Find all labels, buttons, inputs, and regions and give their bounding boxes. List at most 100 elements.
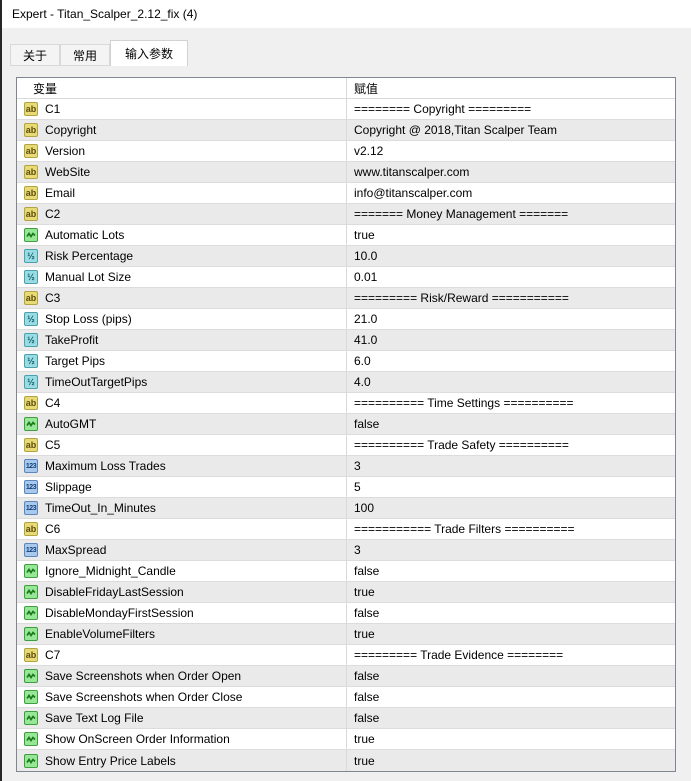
column-header-value[interactable]: 赋值 [347,78,675,98]
bool-param-icon [24,711,38,725]
tab-about[interactable]: 关于 [10,44,61,66]
param-value[interactable]: 5 [347,477,675,497]
param-value[interactable]: ========= Risk/Reward =========== [347,288,675,308]
param-value[interactable]: false [347,666,675,686]
param-name: Copyright [45,123,97,137]
double-param-icon: ½ [24,354,38,368]
table-row[interactable]: ab Copyright Copyright @ 2018,Titan Scalpe… [17,120,675,141]
table-row[interactable]: ½ Manual Lot Size 0.01 [17,267,675,288]
param-name: Slippage [45,480,92,494]
param-name-cell: AutoGMT [17,414,347,434]
table-row[interactable]: ab C1 ======== Copyright ========= [17,99,675,120]
param-name-cell: ab Version [17,141,347,161]
table-row[interactable]: Save Screenshots when Order Open false [17,666,675,687]
string-param-icon: ab [24,291,38,305]
int-param-icon: 123 [24,459,38,473]
param-name: DisableFridayLastSession [45,585,184,599]
param-value[interactable]: false [347,603,675,623]
param-value[interactable]: true [347,729,675,749]
param-value[interactable]: ========== Time Settings ========== [347,393,675,413]
param-name-cell: ab C4 [17,393,347,413]
table-row[interactable]: Show OnScreen Order Information true [17,729,675,750]
table-row[interactable]: 123 Maximum Loss Trades 3 [17,456,675,477]
param-name: TimeOutTargetPips [45,375,148,389]
table-row[interactable]: Save Text Log File false [17,708,675,729]
param-value[interactable]: true [347,225,675,245]
table-row[interactable]: ab WebSite www.titanscalper.com [17,162,675,183]
param-name-cell: ab C5 [17,435,347,455]
param-value[interactable]: false [347,414,675,434]
param-value[interactable]: v2.12 [347,141,675,161]
param-value[interactable]: 3 [347,456,675,476]
table-row[interactable]: ab C6 =========== Trade Filters ========== [17,519,675,540]
table-row[interactable]: ab Email info@titanscalper.com [17,183,675,204]
table-row[interactable]: Show Entry Price Labels true [17,750,675,771]
table-row[interactable]: ½ Risk Percentage 10.0 [17,246,675,267]
param-value[interactable]: 4.0 [347,372,675,392]
param-name: MaxSpread [45,543,107,557]
tab-inputs[interactable]: 输入参数 [110,40,189,66]
param-name: Save Screenshots when Order Close [45,690,243,704]
param-value[interactable]: ======== Copyright ========= [347,99,675,119]
param-name: Show Entry Price Labels [45,753,176,768]
param-value[interactable]: false [347,687,675,707]
param-name: C1 [45,102,61,116]
table-row[interactable]: Ignore_Midnight_Candle false [17,561,675,582]
param-name: C4 [45,396,61,410]
param-value[interactable]: ========== Trade Safety ========== [347,435,675,455]
param-value[interactable]: www.titanscalper.com [347,162,675,182]
table-row[interactable]: ab C2 ======= Money Management ======= [17,204,675,225]
param-value[interactable]: ========= Trade Evidence ======== [347,645,675,665]
table-row[interactable]: ab C7 ========= Trade Evidence ======== [17,645,675,666]
param-value[interactable]: false [347,561,675,581]
table-row[interactable]: DisableFridayLastSession true [17,582,675,603]
window-title: Expert - Titan_Scalper_2.12_fix (4) [12,7,198,21]
table-row[interactable]: Automatic Lots true [17,225,675,246]
table-row[interactable]: ½ Stop Loss (pips) 21.0 [17,309,675,330]
table-row[interactable]: DisableMondayFirstSession false [17,603,675,624]
table-row[interactable]: ½ Target Pips 6.0 [17,351,675,372]
param-value[interactable]: ======= Money Management ======= [347,204,675,224]
table-row[interactable]: ab C3 ========= Risk/Reward =========== [17,288,675,309]
param-value[interactable]: 21.0 [347,309,675,329]
param-value[interactable]: info@titanscalper.com [347,183,675,203]
double-param-icon: ½ [24,333,38,347]
parameters-table: 变量 赋值 ab C1 ======== Copyright ========= ab… [16,77,676,772]
int-param-icon: 123 [24,543,38,557]
table-row[interactable]: Save Screenshots when Order Close false [17,687,675,708]
table-row[interactable]: 123 MaxSpread 3 [17,540,675,561]
param-value[interactable]: true [347,750,675,771]
string-param-icon: ab [24,648,38,662]
window-titlebar[interactable]: Expert - Titan_Scalper_2.12_fix (4) [2,0,691,28]
param-name: Save Screenshots when Order Open [45,669,242,683]
table-row[interactable]: AutoGMT false [17,414,675,435]
param-value[interactable]: 100 [347,498,675,518]
param-value[interactable]: 6.0 [347,351,675,371]
param-value[interactable]: Copyright @ 2018,Titan Scalper Team [347,120,675,140]
tab-common[interactable]: 常用 [60,44,111,66]
table-row[interactable]: ab Version v2.12 [17,141,675,162]
table-row[interactable]: EnableVolumeFilters true [17,624,675,645]
param-name-cell: Save Screenshots when Order Close [17,687,347,707]
bool-param-icon [24,627,38,641]
column-header-variable[interactable]: 变量 [17,78,347,98]
table-row[interactable]: ab C5 ========== Trade Safety ========== [17,435,675,456]
param-value[interactable]: 3 [347,540,675,560]
param-value[interactable]: 10.0 [347,246,675,266]
table-row[interactable]: ½ TimeOutTargetPips 4.0 [17,372,675,393]
table-row[interactable]: ½ TakeProfit 41.0 [17,330,675,351]
param-name: Automatic Lots [45,228,125,242]
table-row[interactable]: 123 Slippage 5 [17,477,675,498]
table-row[interactable]: 123 TimeOut_In_Minutes 100 [17,498,675,519]
param-value[interactable]: false [347,708,675,728]
param-name: DisableMondayFirstSession [45,606,194,620]
param-name-cell: 123 Maximum Loss Trades [17,456,347,476]
string-param-icon: ab [24,102,38,116]
string-param-icon: ab [24,165,38,179]
param-value[interactable]: 41.0 [347,330,675,350]
param-value[interactable]: true [347,582,675,602]
param-value[interactable]: 0.01 [347,267,675,287]
param-value[interactable]: =========== Trade Filters ========== [347,519,675,539]
param-value[interactable]: true [347,624,675,644]
table-row[interactable]: ab C4 ========== Time Settings ========== [17,393,675,414]
